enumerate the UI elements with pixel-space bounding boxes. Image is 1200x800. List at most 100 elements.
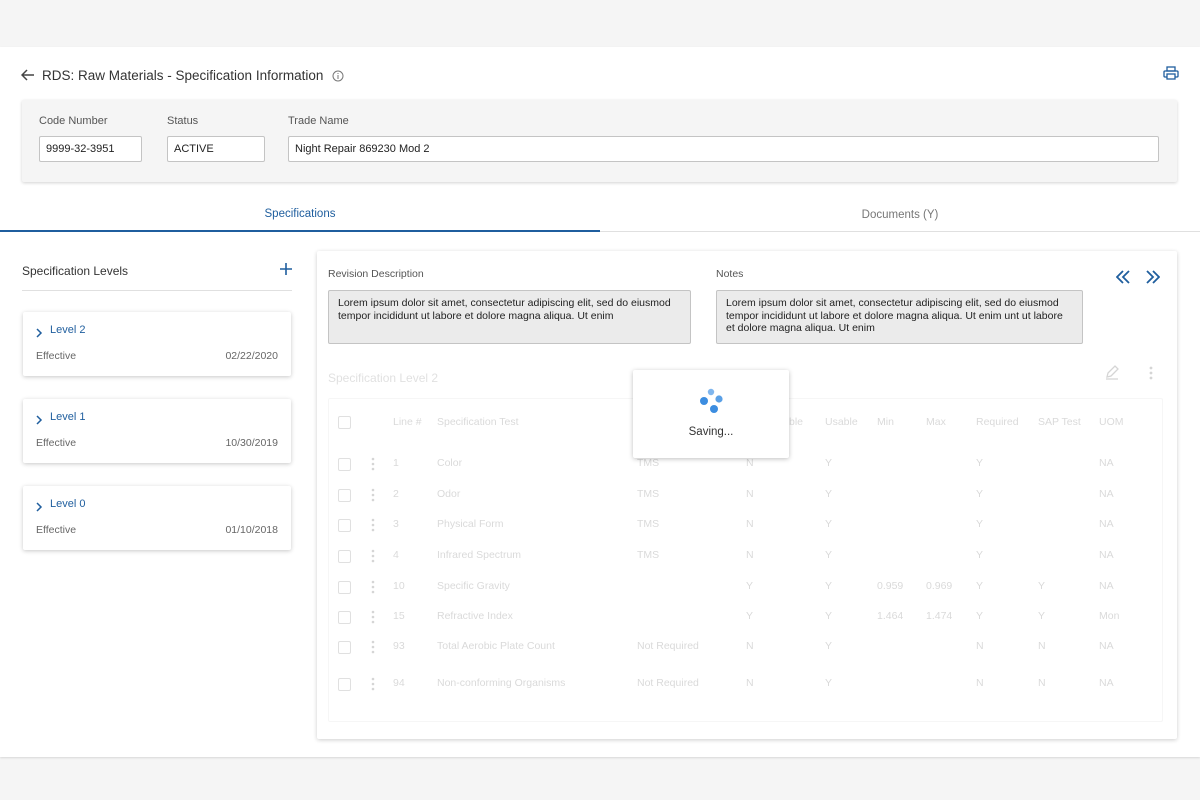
notes-field[interactable]: Lorem ipsum dolor sit amet, consectetur … [716,290,1083,344]
cell-usable: Y [825,549,833,561]
level-date: 02/22/2020 [225,350,278,362]
row-more-icon[interactable] [371,640,375,654]
row-more-icon[interactable] [371,677,375,691]
level-card[interactable]: Level 2 Effective 02/22/2020 [23,312,291,376]
row-more-icon[interactable] [371,580,375,594]
cell-method: TMS [637,549,660,561]
row-more-icon[interactable] [371,549,375,563]
cell-spec-test: Refractive Index [437,610,513,622]
level-card[interactable]: Level 1 Effective 10/30/2019 [23,399,291,463]
back-arrow-icon[interactable] [20,67,36,83]
cell-spec-test: Color [437,457,463,469]
cell-required: Y [976,610,984,622]
cell-required: N [976,677,984,689]
row-checkbox[interactable] [338,550,351,563]
cell-uom: NA [1099,457,1114,469]
revision-description-label: Revision Description [328,268,424,280]
cell-uom: NA [1099,677,1114,689]
loading-spinner-icon [696,386,726,416]
code-number-field[interactable]: 9999-32-3951 [39,136,142,162]
print-icon[interactable] [1163,66,1179,80]
level-name[interactable]: Level 2 [50,324,85,336]
add-icon[interactable] [279,262,293,276]
cell-method: TMS [637,488,660,500]
page-title: RDS: Raw Materials - Specification Infor… [42,67,324,83]
cell-flag: N [746,518,754,530]
cell-line: 94 [393,677,405,689]
cell-usable: Y [825,610,833,622]
cell-line: 3 [393,518,399,530]
cell-usable: Y [825,457,833,469]
cell-line: 2 [393,488,399,500]
code-number-label: Code Number [39,115,108,127]
select-all-checkbox[interactable] [338,416,351,429]
cell-uom: NA [1099,640,1114,652]
cell-flag: N [746,640,754,652]
cell-flag: Y [746,610,754,622]
cell-method: TMS [637,457,660,469]
title-row: RDS: Raw Materials - Specification Infor… [20,66,344,84]
double-chevron-left-icon[interactable] [1115,270,1131,284]
cell-sap-test: N [1038,677,1046,689]
level-card[interactable]: Level 0 Effective 01/10/2018 [23,486,291,550]
tab-bar: Specifications Documents (Y) [0,198,1200,232]
notes-label: Notes [716,268,744,280]
row-more-icon[interactable] [371,518,375,532]
chevron-right-icon [35,325,43,338]
revision-description-field[interactable]: Lorem ipsum dolor sit amet, consectetur … [328,290,691,344]
cell-flag: N [746,457,754,469]
cell-method: Not Required [637,677,699,689]
more-vertical-icon[interactable] [1148,365,1154,381]
header-partial: ble [789,416,804,428]
tab-documents[interactable]: Documents (Y) [600,198,1200,232]
edit-icon[interactable] [1104,364,1120,380]
spec-title: Specification Level 2 [328,371,439,385]
cell-uom: NA [1099,518,1114,530]
level-date: 01/10/2018 [225,524,278,536]
row-checkbox[interactable] [338,581,351,594]
row-more-icon[interactable] [371,488,375,502]
cell-line: 15 [393,610,405,622]
row-more-icon[interactable] [371,457,375,471]
status-field[interactable]: ACTIVE [167,136,265,162]
cell-uom: NA [1099,549,1114,561]
cell-flag: N [746,549,754,561]
row-more-icon[interactable] [371,610,375,624]
spec-levels-title: Specification Levels [22,264,129,278]
level-name[interactable]: Level 1 [50,411,85,423]
level-name[interactable]: Level 0 [50,498,85,510]
row-checkbox[interactable] [338,489,351,502]
row-checkbox[interactable] [338,458,351,471]
row-checkbox[interactable] [338,611,351,624]
tab-specifications[interactable]: Specifications [0,198,600,232]
cell-usable: Y [825,488,833,500]
cell-uom: NA [1099,580,1114,592]
cell-sap-test: Y [1038,610,1046,622]
cell-required: Y [976,518,984,530]
cell-required: N [976,640,984,652]
cell-min: 1.464 [877,610,904,622]
cell-usable: Y [825,518,833,530]
cell-required: Y [976,488,984,500]
cell-line: 10 [393,580,405,592]
cell-min: 0.959 [877,580,904,592]
cell-required: Y [976,580,984,592]
cell-method: Not Required [637,640,699,652]
header-min: Min [877,416,894,428]
row-checkbox[interactable] [338,678,351,691]
cell-required: Y [976,549,984,561]
row-checkbox[interactable] [338,519,351,532]
header-required: Required [976,416,1019,428]
double-chevron-right-icon[interactable] [1145,270,1161,284]
cell-usable: Y [825,640,833,652]
info-icon[interactable] [332,69,344,82]
level-status: Effective [36,350,77,362]
cell-spec-test: Specific Gravity [437,580,510,592]
header-uom: UOM [1099,416,1124,428]
level-date: 10/30/2019 [225,437,278,449]
row-checkbox[interactable] [338,641,351,654]
cell-flag: N [746,488,754,500]
cell-max: 0.969 [926,580,953,592]
cell-sap-test: N [1038,640,1046,652]
trade-name-field[interactable]: Night Repair 869230 Mod 2 [288,136,1159,162]
